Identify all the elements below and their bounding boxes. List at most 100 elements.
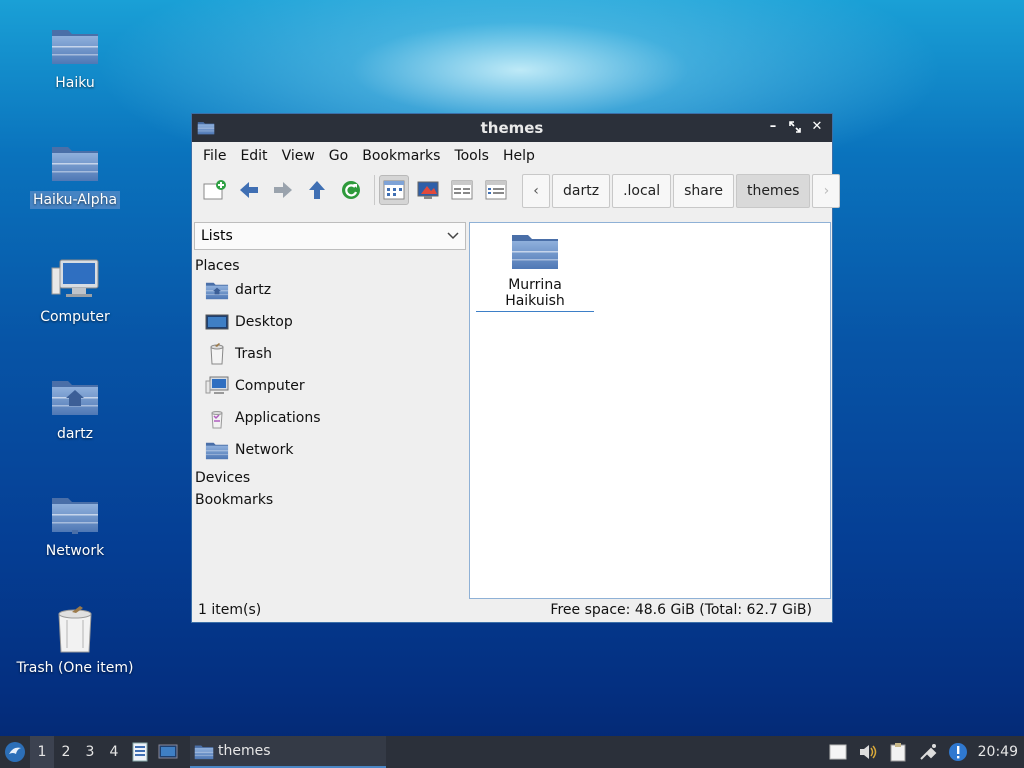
show-desktop-icon: [158, 744, 178, 759]
workspace-4[interactable]: 4: [102, 736, 126, 768]
computer-icon: [205, 376, 229, 394]
new-folder-icon: [203, 180, 226, 200]
chevron-down-icon: [447, 232, 459, 240]
icon-view-button[interactable]: [379, 175, 409, 205]
file-manager-icon: [132, 742, 148, 762]
place-dartz[interactable]: dartz: [193, 274, 467, 306]
update-notifier-icon[interactable]: [948, 742, 968, 762]
maximize-icon[interactable]: [786, 118, 804, 136]
breadcrumb-scroll-left[interactable]: ‹: [522, 174, 550, 208]
minimize-icon[interactable]: –: [764, 118, 782, 136]
menu-help[interactable]: Help: [496, 148, 542, 164]
place-trash[interactable]: Trash: [193, 338, 467, 370]
breadcrumb-scroll-right[interactable]: ›: [812, 174, 841, 208]
chevron-left-icon: ‹: [533, 183, 539, 199]
workspace-2[interactable]: 2: [54, 736, 78, 768]
icon-view-icon: [383, 180, 405, 200]
side-panel-mode-value: Lists: [201, 228, 233, 244]
desktop-icon: [205, 314, 229, 330]
file-item[interactable]: Murrina Haikuish: [476, 229, 594, 312]
file-view[interactable]: Murrina Haikuish: [469, 222, 831, 599]
thumbnail-view-button[interactable]: [413, 175, 443, 205]
desktop-icon-haiku-alpha[interactable]: Haiku-Alpha: [0, 137, 150, 209]
back-button[interactable]: [234, 175, 264, 205]
place-desktop[interactable]: Desktop: [193, 306, 467, 338]
new-tab-button[interactable]: [200, 175, 230, 205]
trash-full-icon: [58, 606, 92, 653]
menu-file[interactable]: File: [196, 148, 233, 164]
desktop-icon-computer[interactable]: Computer: [0, 254, 150, 326]
desktop-icon-haiku[interactable]: Haiku: [0, 20, 150, 92]
applications-icon: [211, 411, 223, 429]
desktop-icon-label: Network: [45, 543, 105, 559]
workspace-3[interactable]: 3: [78, 736, 102, 768]
breadcrumb-themes[interactable]: themes: [735, 174, 811, 208]
desktop-icon-label: Computer: [40, 309, 110, 325]
window-titlebar[interactable]: themes – ✕: [192, 114, 832, 142]
trash-icon: [210, 343, 224, 365]
toolbar-separator: [374, 175, 375, 205]
breadcrumb-local[interactable]: .local: [612, 174, 672, 208]
detailed-list-view-button[interactable]: [481, 175, 511, 205]
volume-icon[interactable]: [858, 743, 878, 761]
workspace-1[interactable]: 1: [30, 736, 54, 768]
menu-tools[interactable]: Tools: [447, 148, 496, 164]
folder-icon: [510, 229, 560, 271]
desktop-icon-dartz[interactable]: dartz: [0, 371, 150, 443]
notes-icon[interactable]: [828, 743, 848, 761]
detailed-list-view-icon: [485, 180, 507, 200]
forward-button[interactable]: [268, 175, 298, 205]
network-connection-icon[interactable]: [918, 742, 938, 762]
breadcrumb-dartz[interactable]: dartz: [552, 174, 611, 208]
home-folder-icon: [50, 371, 100, 421]
file-item-label: Murrina Haikuish: [476, 277, 594, 312]
window-title: themes: [480, 119, 544, 137]
taskbar-task-themes[interactable]: themes: [190, 736, 386, 768]
places-header[interactable]: Places: [193, 250, 467, 274]
folder-icon: [50, 20, 100, 70]
place-label: Trash: [235, 346, 272, 362]
network-folder-icon: [205, 439, 229, 461]
clock[interactable]: 20:49: [978, 744, 1018, 760]
quicklaunch-show-desktop[interactable]: [154, 736, 182, 768]
menu-edit[interactable]: Edit: [233, 148, 274, 164]
quicklaunch-file-manager[interactable]: [126, 736, 154, 768]
place-applications[interactable]: Applications: [193, 402, 467, 434]
start-menu-button[interactable]: [0, 736, 30, 768]
side-panel-mode-select[interactable]: Lists: [194, 222, 466, 250]
toolbar: ‹ dartz .local share themes ›: [192, 170, 841, 210]
devices-header[interactable]: Devices: [193, 466, 467, 486]
place-network[interactable]: Network: [193, 434, 467, 466]
place-label: dartz: [235, 282, 272, 298]
task-label: themes: [218, 743, 271, 759]
desktop-icon-label: Haiku-Alpha: [29, 191, 121, 209]
menu-go[interactable]: Go: [322, 148, 355, 164]
reload-icon: [342, 181, 360, 199]
thumbnail-view-icon: [417, 181, 439, 199]
status-free-space: Free space: 48.6 GiB (Total: 62.7 GiB): [550, 602, 812, 618]
menu-bookmarks[interactable]: Bookmarks: [355, 148, 447, 164]
breadcrumb-share[interactable]: share: [673, 174, 734, 208]
clipboard-icon[interactable]: [888, 742, 908, 762]
up-arrow-icon: [309, 181, 325, 199]
compact-view-button[interactable]: [447, 175, 477, 205]
desktop-icon-network[interactable]: Network: [0, 488, 150, 560]
up-button[interactable]: [302, 175, 332, 205]
home-folder-icon: [205, 279, 229, 301]
menu-view[interactable]: View: [275, 148, 322, 164]
reload-button[interactable]: [336, 175, 366, 205]
menubar: File Edit View Go Bookmarks Tools Help: [192, 142, 832, 170]
computer-icon: [51, 259, 99, 297]
status-item-count: 1 item(s): [198, 602, 262, 618]
close-icon[interactable]: ✕: [808, 118, 826, 136]
desktop-icon-label: Haiku: [55, 75, 95, 91]
desktop-icon-trash[interactable]: Trash (One item): [0, 605, 150, 677]
bookmarks-header[interactable]: Bookmarks: [193, 486, 467, 508]
forward-arrow-icon: [274, 182, 292, 198]
place-computer[interactable]: Computer: [193, 370, 467, 402]
lxqt-logo-icon: [5, 742, 25, 762]
statusbar: 1 item(s) Free space: 48.6 GiB (Total: 6…: [192, 598, 832, 622]
folder-icon: [194, 743, 214, 760]
file-manager-window: themes – ✕ File Edit View Go Bookmarks T…: [191, 113, 841, 623]
place-label: Network: [235, 442, 294, 458]
